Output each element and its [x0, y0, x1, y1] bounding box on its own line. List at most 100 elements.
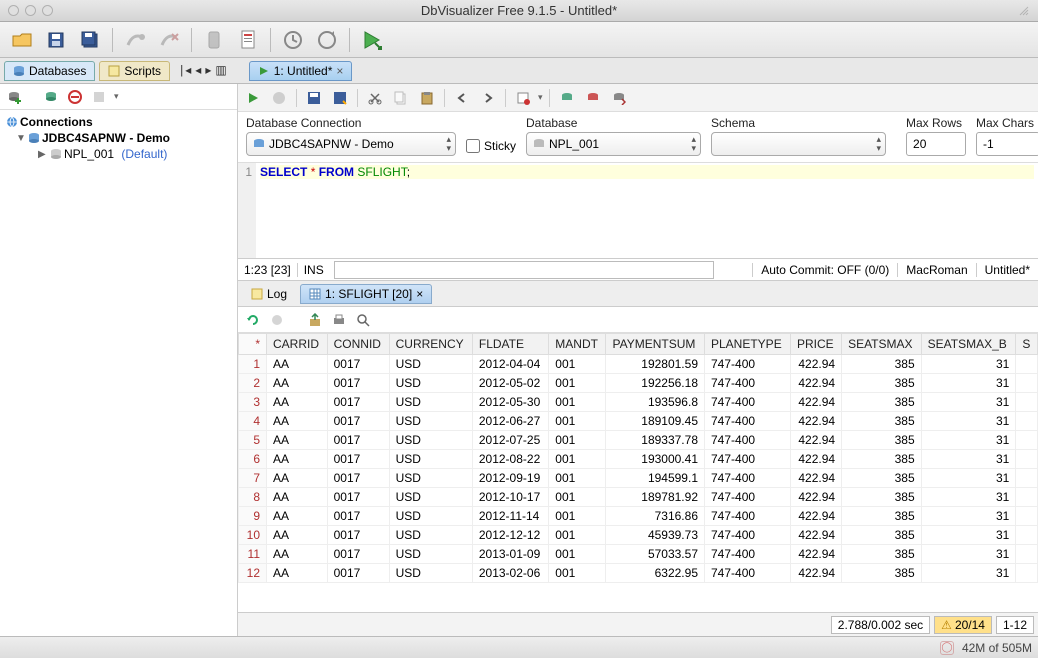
cell[interactable]: 2012-09-19 [472, 469, 548, 488]
history-forward-button[interactable] [313, 26, 341, 54]
cell[interactable]: 189109.45 [606, 412, 705, 431]
cell[interactable]: 422.94 [791, 393, 842, 412]
cell[interactable]: USD [389, 507, 472, 526]
cell[interactable]: 31 [921, 431, 1016, 450]
cell[interactable]: 001 [549, 450, 606, 469]
cell[interactable]: 0017 [327, 412, 389, 431]
cell[interactable]: 747-400 [705, 450, 791, 469]
open-file-button[interactable] [8, 26, 36, 54]
stop-all-button[interactable]: ◯ [940, 641, 954, 655]
tree-root[interactable]: Connections [2, 114, 235, 130]
cell[interactable]: AA [267, 431, 328, 450]
expand-icon[interactable]: ▶ [38, 149, 48, 160]
column-header[interactable]: SEATSMAX_B [921, 334, 1016, 355]
cell[interactable] [1016, 488, 1038, 507]
cell[interactable] [1016, 564, 1038, 583]
rollback-button[interactable] [582, 87, 604, 109]
cell[interactable]: 422.94 [791, 469, 842, 488]
cell[interactable]: 2012-08-22 [472, 450, 548, 469]
cell[interactable]: 0017 [327, 431, 389, 450]
cell[interactable]: 2013-01-09 [472, 545, 548, 564]
column-header[interactable]: PRICE [791, 334, 842, 355]
cell[interactable]: 0017 [327, 507, 389, 526]
cell[interactable]: 0017 [327, 469, 389, 488]
report-tool-button[interactable] [234, 26, 262, 54]
cell[interactable]: 2012-05-30 [472, 393, 548, 412]
cell[interactable] [1016, 507, 1038, 526]
cell[interactable]: USD [389, 488, 472, 507]
cell[interactable]: 31 [921, 412, 1016, 431]
cell[interactable]: 385 [842, 355, 922, 374]
cell[interactable]: 189781.92 [606, 488, 705, 507]
table-row[interactable]: 11AA0017USD2013-01-0900157033.57747-4004… [239, 545, 1038, 564]
cell[interactable]: 422.94 [791, 431, 842, 450]
cell[interactable]: 747-400 [705, 507, 791, 526]
cell[interactable]: 0017 [327, 545, 389, 564]
tree-connection[interactable]: ▼ JDBC4SAPNW - Demo [2, 130, 235, 146]
cell[interactable]: 31 [921, 564, 1016, 583]
table-row[interactable]: 12AA0017USD2013-02-060016322.95747-40042… [239, 564, 1038, 583]
cell[interactable]: 001 [549, 431, 606, 450]
cell[interactable]: 001 [549, 393, 606, 412]
tab-editor-close-icon[interactable]: × [336, 64, 343, 78]
cell[interactable]: USD [389, 393, 472, 412]
database-select[interactable]: NPL_001 ▴▾ [526, 132, 701, 156]
warning-badge[interactable]: 20/14 [934, 616, 992, 634]
refresh-connection-button[interactable] [42, 88, 60, 106]
transaction-button[interactable] [608, 87, 630, 109]
cell[interactable]: 001 [549, 469, 606, 488]
cell[interactable]: 422.94 [791, 488, 842, 507]
cell[interactable]: 193596.8 [606, 393, 705, 412]
save-button[interactable] [42, 26, 70, 54]
table-row[interactable]: 5AA0017USD2012-07-25001189337.78747-4004… [239, 431, 1038, 450]
cell[interactable]: 2012-07-25 [472, 431, 548, 450]
cell[interactable]: 747-400 [705, 526, 791, 545]
cell[interactable]: 385 [842, 450, 922, 469]
next-statement-button[interactable] [477, 87, 499, 109]
column-header[interactable]: FLDATE [472, 334, 548, 355]
nav-next-icon[interactable]: ▸ [205, 63, 211, 78]
cell[interactable] [1016, 526, 1038, 545]
table-row[interactable]: 7AA0017USD2012-09-19001194599.1747-40042… [239, 469, 1038, 488]
cell[interactable]: 385 [842, 564, 922, 583]
cell[interactable]: 385 [842, 431, 922, 450]
cell[interactable]: 747-400 [705, 488, 791, 507]
table-row[interactable]: 4AA0017USD2012-06-27001189109.45747-4004… [239, 412, 1038, 431]
cell[interactable] [1016, 469, 1038, 488]
column-header-rownum[interactable]: * [239, 334, 267, 355]
column-header[interactable]: SEATSMAX [842, 334, 922, 355]
column-header[interactable]: CURRENCY [389, 334, 472, 355]
cell[interactable]: 001 [549, 374, 606, 393]
cell[interactable]: 7316.86 [606, 507, 705, 526]
stop-button[interactable] [268, 87, 290, 109]
tree-database[interactable]: ▶ NPL_001 (Default) [2, 146, 235, 162]
cell[interactable]: AA [267, 564, 328, 583]
cell[interactable]: 0017 [327, 393, 389, 412]
table-row[interactable]: 8AA0017USD2012-10-17001189781.92747-4004… [239, 488, 1038, 507]
cell[interactable] [1016, 393, 1038, 412]
cell[interactable]: AA [267, 393, 328, 412]
tab-editor[interactable]: 1: Untitled* × [249, 61, 353, 81]
cell[interactable]: 422.94 [791, 545, 842, 564]
nav-first-icon[interactable]: |◂ [178, 63, 191, 78]
filter-dropdown-icon[interactable]: ▾ [114, 91, 119, 102]
prev-statement-button[interactable] [451, 87, 473, 109]
cell[interactable]: 194599.1 [606, 469, 705, 488]
max-chars-input[interactable] [976, 132, 1038, 156]
cell[interactable]: 385 [842, 374, 922, 393]
paste-button[interactable] [416, 87, 438, 109]
max-rows-input[interactable] [906, 132, 966, 156]
sticky-checkbox-input[interactable] [466, 139, 480, 153]
stop-connection-button[interactable] [66, 88, 84, 106]
cell[interactable]: 2012-06-27 [472, 412, 548, 431]
cell[interactable]: 385 [842, 469, 922, 488]
cut-button[interactable] [364, 87, 386, 109]
stop-grid-button[interactable] [268, 311, 286, 329]
cell[interactable]: USD [389, 374, 472, 393]
add-connection-button[interactable] [6, 88, 24, 106]
cell[interactable]: 001 [549, 564, 606, 583]
cell[interactable]: 385 [842, 545, 922, 564]
cell[interactable]: AA [267, 355, 328, 374]
cell[interactable]: 747-400 [705, 469, 791, 488]
cell[interactable]: 31 [921, 545, 1016, 564]
